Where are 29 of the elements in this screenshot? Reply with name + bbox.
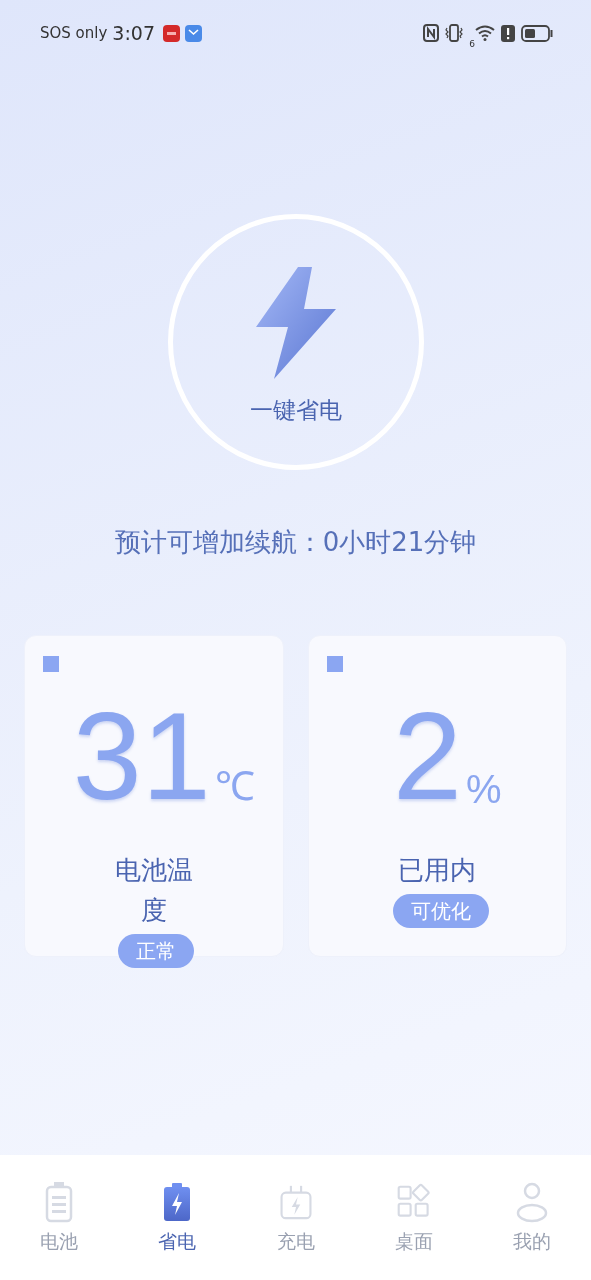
nav-tab[interactable]: 我的 [472, 1155, 591, 1280]
lightning-icon [253, 264, 338, 381]
status-badge: 可优化 [393, 893, 490, 928]
nfc-icon [423, 24, 440, 42]
app-notification-icon [185, 24, 203, 42]
stat-label: 已用内 [398, 855, 477, 885]
clock: 3:07 [112, 22, 156, 44]
stat-value: 2 [392, 694, 462, 818]
nav-tab[interactable]: 桌面 [354, 1155, 473, 1280]
status-badge: 正常 [117, 933, 194, 968]
battery-icon [521, 24, 553, 42]
square-icon [326, 656, 343, 672]
vibrate-icon [445, 24, 464, 42]
network-type-label: 6 [469, 39, 475, 49]
estimate-text: 预计可增加续航：0小时21分钟 [114, 526, 477, 559]
wifi-icon [475, 25, 495, 41]
nav-tab[interactable]: 省电 [118, 1155, 237, 1280]
unit-label: % [465, 767, 502, 812]
app-notification-icon [163, 24, 181, 42]
alert-icon [501, 24, 515, 42]
stat-value: 31 [72, 694, 211, 818]
stat-label: 电池温度 [114, 855, 193, 925]
unit-label: ℃ [214, 763, 255, 810]
nav-tab[interactable]: 充电 [236, 1155, 355, 1280]
carrier-text: SOS only [40, 24, 108, 42]
square-icon [43, 656, 59, 672]
nav-tab[interactable]: 电池 [0, 1155, 119, 1280]
person-icon [514, 1180, 549, 1223]
one-tap-save-button[interactable]: 一键省电 [167, 214, 424, 470]
